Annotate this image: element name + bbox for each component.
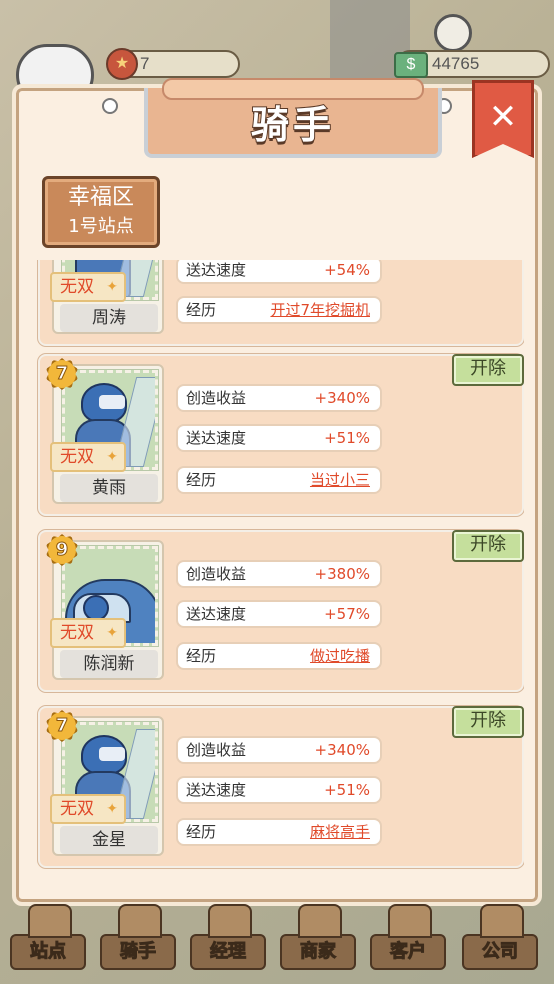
rider-card: 开除 7 无双 黄雨 创造收益 +340% 送达速度 +51% <box>38 354 524 516</box>
rider-portrait: 7 无双 黄雨 <box>46 358 164 504</box>
history-label: 经历 <box>186 301 217 319</box>
speed-label: 送达速度 <box>186 261 247 279</box>
speed-stat: 送达速度 +57% <box>176 600 382 628</box>
nav-rider[interactable]: 骑手 <box>100 904 176 970</box>
rider-card: 开除 9 无双 陈润新 创造收益 +380% 送达速度 +57% 经历 <box>38 530 524 692</box>
history-stat: 经历 麻将高手 <box>176 818 382 846</box>
nav-company[interactable]: 公司 <box>462 904 538 970</box>
income-label: 创造收益 <box>186 741 247 759</box>
rider-portrait: 无双 周涛 <box>50 260 164 334</box>
modal-title: 骑手 <box>250 102 335 148</box>
nav-label: 商家 <box>300 941 337 963</box>
nav-label: 骑手 <box>120 941 157 963</box>
nav-label: 经理 <box>210 941 247 963</box>
speed-value: +54% <box>324 261 370 279</box>
rider-name: 金星 <box>60 826 158 854</box>
star-count: 7 <box>140 54 150 73</box>
income-value: +340% <box>314 741 370 759</box>
cash-icon: $ <box>394 52 428 78</box>
history-link[interactable]: 开过7年挖掘机 <box>270 298 370 322</box>
fire-button[interactable]: 开除 <box>452 706 524 738</box>
history-label: 经历 <box>186 647 217 665</box>
speed-label: 送达速度 <box>186 605 247 623</box>
history-stat: 经历 当过小三 <box>176 466 382 494</box>
fire-button[interactable]: 开除 <box>452 354 524 386</box>
rider-modal: 骑手 ✕ 幸福区 1号站点 无双 周涛 送达速度 +54% <box>12 78 542 906</box>
rider-icon <box>118 904 162 938</box>
history-link[interactable]: 当过小三 <box>310 468 370 492</box>
nav-label: 站点 <box>30 941 67 963</box>
income-stat: 创造收益 +380% <box>176 560 382 588</box>
speed-value: +57% <box>324 605 370 623</box>
nav-station[interactable]: 站点 <box>10 904 86 970</box>
income-value: +340% <box>314 389 370 407</box>
rider-name: 陈润新 <box>60 650 158 678</box>
speed-label: 送达速度 <box>186 429 247 447</box>
visor <box>99 395 125 409</box>
speed-stat: 送达速度 +51% <box>176 776 382 804</box>
money-amount: 44765 <box>432 54 480 73</box>
title-bar-decoration <box>162 78 424 100</box>
nav-label: 客户 <box>390 941 427 963</box>
money-counter: $ 44765 <box>394 50 550 78</box>
star-counter: ★ 7 <box>106 48 240 80</box>
merchant-icon <box>298 904 342 938</box>
bottom-nav: 站点 骑手 经理 商家 客户 公司 <box>0 904 554 984</box>
history-label: 经历 <box>186 471 217 489</box>
star-icon: ★ <box>106 48 138 80</box>
income-stat: 创造收益 +340% <box>176 384 382 412</box>
modal-header: 骑手 ✕ <box>16 78 538 172</box>
rider-name: 周涛 <box>60 304 158 332</box>
history-label: 经历 <box>186 823 217 841</box>
history-link[interactable]: 麻将高手 <box>310 820 370 844</box>
rider-portrait: 7 无双 金星 <box>46 710 164 856</box>
rider-list[interactable]: 无双 周涛 送达速度 +54% 经历 开过7年挖掘机 开除 <box>34 260 524 888</box>
customer-icon <box>388 904 432 938</box>
income-label: 创造收益 <box>186 565 247 583</box>
fire-button[interactable]: 开除 <box>452 530 524 562</box>
nav-manager[interactable]: 经理 <box>190 904 266 970</box>
speed-value: +51% <box>324 429 370 447</box>
close-button[interactable]: ✕ <box>472 80 534 158</box>
district-label: 幸福区 1号站点 <box>42 176 160 248</box>
speed-stat: 送达速度 +54% <box>176 260 382 284</box>
nav-merchant[interactable]: 商家 <box>280 904 356 970</box>
speed-label: 送达速度 <box>186 781 247 799</box>
history-stat: 经历 开过7年挖掘机 <box>176 296 382 324</box>
map-pin-icon[interactable] <box>434 14 472 52</box>
tag-badge: 无双 <box>50 272 126 302</box>
rider-card: 开除 7 无双 金星 创造收益 +340% 送达速度 +51% <box>38 706 524 868</box>
rivet-left <box>102 98 118 114</box>
rider-name: 黄雨 <box>60 474 158 502</box>
company-icon <box>480 904 524 938</box>
speed-stat: 送达速度 +51% <box>176 424 382 452</box>
tag-badge: 无双 <box>50 442 126 472</box>
income-stat: 创造收益 +340% <box>176 736 382 764</box>
manager-icon <box>208 904 252 938</box>
tag-badge: 无双 <box>50 794 126 824</box>
history-link[interactable]: 做过吃播 <box>310 644 370 668</box>
station-icon <box>28 904 72 938</box>
speed-value: +51% <box>324 781 370 799</box>
nav-customer[interactable]: 客户 <box>370 904 446 970</box>
district-name: 幸福区 <box>67 185 134 210</box>
visor <box>99 747 125 761</box>
history-stat: 经历 做过吃播 <box>176 642 382 670</box>
income-label: 创造收益 <box>186 389 247 407</box>
rider-card: 无双 周涛 送达速度 +54% 经历 开过7年挖掘机 <box>38 260 524 346</box>
station-name: 1号站点 <box>68 216 134 237</box>
tag-badge: 无双 <box>50 618 126 648</box>
top-bar: ★ 7 $ 44765 <box>0 0 554 106</box>
rider-portrait: 9 无双 陈润新 <box>46 534 164 680</box>
fork-knife-icon: ✕ <box>488 97 518 137</box>
nav-label: 公司 <box>482 941 519 963</box>
income-value: +380% <box>314 565 370 583</box>
